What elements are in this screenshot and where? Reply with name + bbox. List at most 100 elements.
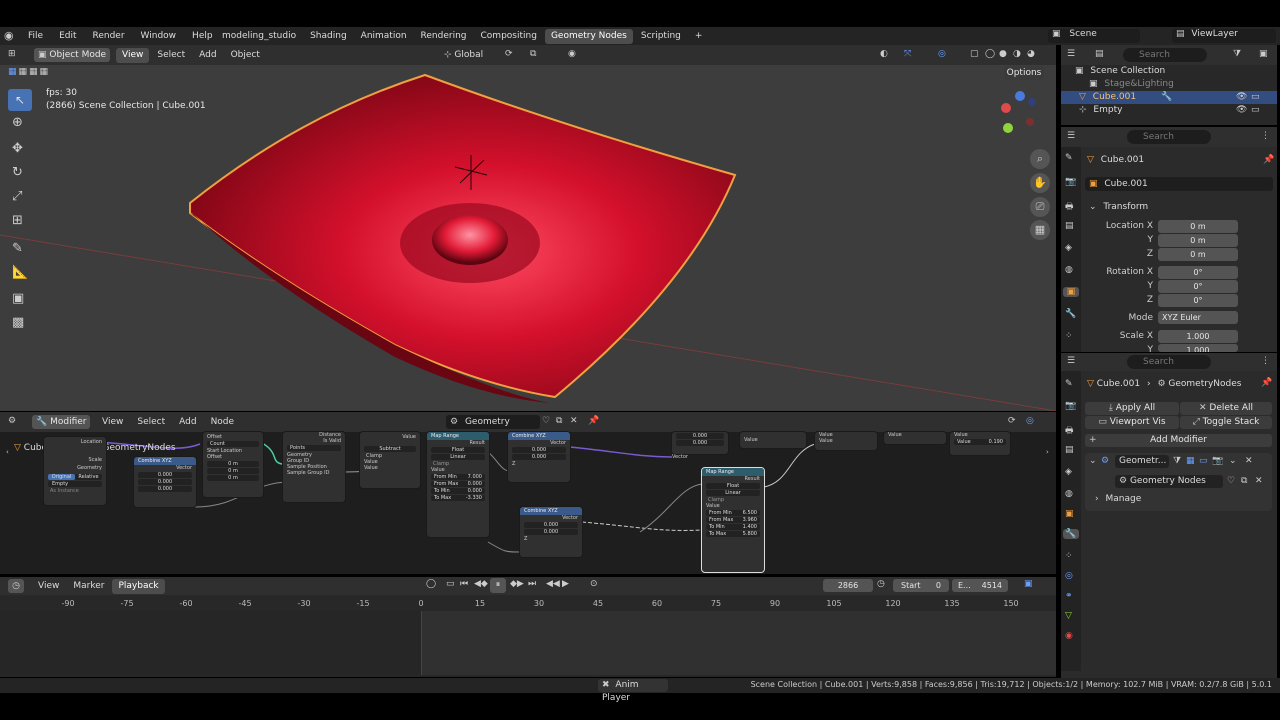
timeline-menu-marker[interactable]: Marker — [67, 579, 110, 594]
measure-tool-icon[interactable]: 📐 — [12, 265, 28, 280]
modifier-search-input[interactable]: Search — [1127, 355, 1211, 369]
scale-y-field[interactable]: 1.000 — [1158, 344, 1238, 352]
pin-icon[interactable]: 📌 — [1261, 378, 1272, 388]
z-field[interactable]: 0.000 — [138, 486, 192, 492]
data-type-dropdown[interactable]: Float — [431, 447, 485, 453]
transform-tool-icon[interactable]: ⊞ — [12, 213, 23, 228]
material-tab-icon[interactable]: ◉ — [1065, 631, 1073, 641]
from-min-field[interactable]: 7.000 — [468, 474, 482, 480]
rotate-tool-icon[interactable]: ↻ — [12, 165, 23, 180]
cursor-tool-icon[interactable]: ⊕ — [12, 115, 23, 130]
render-tab-icon[interactable]: 📷 — [1065, 177, 1076, 187]
y-field[interactable]: 0 m — [207, 468, 259, 474]
select-box-icon[interactable]: ▦ — [8, 67, 17, 77]
collapse-left-icon[interactable]: ‹ — [6, 448, 9, 456]
anim-player-indicator[interactable]: ✖ Anim Player — [598, 679, 668, 703]
scene-selector[interactable]: ▣ Scene — [1048, 29, 1140, 43]
properties-search-input[interactable]: Search — [1127, 130, 1211, 144]
map-range-node-1[interactable]: Map Range Result Float Linear Clamp Valu… — [427, 432, 489, 537]
timeline-track-area[interactable] — [0, 611, 1056, 675]
keying-set-icon[interactable]: ▭ — [446, 579, 455, 589]
outliner-row-cube[interactable]: ▽ Cube.001 🔧 👁 ▭ — [1061, 91, 1277, 104]
points-count-node[interactable]: Offset Count Start Location Offset 0 m 0… — [203, 432, 263, 497]
rendered-shading-icon[interactable]: ◕ — [1027, 49, 1035, 59]
menu-help[interactable]: Help — [186, 29, 219, 44]
menu-edit[interactable]: Edit — [53, 29, 82, 44]
data-type-dropdown[interactable]: Float — [706, 483, 760, 489]
step-forward-icon[interactable]: ▶ — [562, 579, 569, 589]
options-icon[interactable]: ⋮ — [1261, 131, 1270, 141]
overlay-icon[interactable]: ◎ — [938, 49, 946, 59]
modifier-name-field[interactable]: Geometr... — [1115, 455, 1169, 468]
add-workspace-button[interactable]: + — [689, 29, 709, 44]
outliner-row-stage-lighting[interactable]: ▣ Stage&Lighting — [1089, 78, 1174, 91]
render-tab-icon[interactable]: 📷 — [1065, 401, 1076, 411]
physics-tab-icon[interactable]: ◎ — [1065, 571, 1073, 581]
relative-toggle[interactable]: Relative — [75, 474, 102, 480]
fake-user-icon[interactable]: ♡ — [1227, 476, 1235, 486]
count-field[interactable]: Count — [207, 441, 259, 447]
x-field[interactable]: 0.000 — [138, 472, 192, 478]
vector-input-node[interactable]: 0.000 0.000 — [672, 432, 728, 454]
y-field[interactable]: 0.000 — [524, 529, 578, 535]
monitor-icon[interactable]: ▭ — [1251, 91, 1260, 104]
rotation-z-field[interactable]: 0° — [1158, 294, 1238, 307]
next-keyframe-icon[interactable]: ◆▶ — [510, 579, 524, 589]
camera-view-icon[interactable]: ⎚ — [1030, 197, 1050, 217]
math-subtract-node[interactable]: Value Subtract Clamp Value Value — [360, 432, 420, 488]
object-field[interactable]: Empty — [48, 481, 102, 487]
viewport-menu-object[interactable]: Object — [225, 48, 266, 63]
modifier-tab-icon[interactable]: 🔧 — [1065, 309, 1076, 319]
cage-icon[interactable]: ▦ — [1186, 456, 1195, 466]
rotation-mode-dropdown[interactable]: XYZ Euler — [1158, 311, 1238, 324]
view-layer-tab-icon[interactable]: ▤ — [1065, 221, 1074, 231]
blender-logo-icon[interactable]: ◉ — [4, 29, 14, 42]
scale-tool-icon[interactable]: ⤢ — [12, 189, 22, 204]
y-field[interactable]: 0.000 — [138, 479, 192, 485]
snap-icon[interactable]: ⧉ — [530, 49, 536, 59]
rotation-x-field[interactable]: 0° — [1158, 266, 1238, 279]
pause-icon[interactable]: ⏸ — [490, 578, 506, 593]
operation-dropdown[interactable]: Subtract — [364, 446, 416, 452]
proportional-edit-icon[interactable]: ◉ — [568, 49, 576, 59]
combine-xyz-node-1[interactable]: Combine XYZ Vector 0.000 0.000 0.000 — [134, 457, 196, 507]
viewport-menu-view[interactable]: View — [116, 48, 150, 63]
viewport-menu-select[interactable]: Select — [151, 48, 191, 63]
y-field[interactable]: 0.000 — [512, 454, 566, 460]
xray-icon[interactable]: ▢ — [970, 49, 979, 59]
tab-compositing[interactable]: Compositing — [475, 29, 543, 44]
visibility-icon[interactable]: ◐ — [880, 49, 888, 59]
delete-all-button[interactable]: ✕ Delete All — [1180, 402, 1272, 415]
outliner-editor-icon[interactable]: ☰ — [1067, 49, 1075, 59]
apply-all-button[interactable]: ⤓ Apply All — [1085, 402, 1179, 415]
end-frame-field[interactable]: E... 4514 — [952, 579, 1008, 592]
menu-file[interactable]: File — [22, 29, 49, 44]
output-tab-icon[interactable]: 🖶 — [1065, 423, 1074, 439]
world-tab-icon[interactable]: ◍ — [1065, 489, 1073, 499]
options-icon[interactable]: ⋮ — [1261, 356, 1270, 366]
particles-tab-icon[interactable]: ⁘ — [1065, 331, 1073, 341]
value-node-3[interactable]: Value — [884, 432, 946, 444]
menu-window[interactable]: Window — [135, 29, 183, 44]
remove-modifier-icon[interactable]: ✕ — [1245, 456, 1253, 466]
editor-type-icon[interactable]: ⊞ — [8, 49, 16, 59]
rotation-y-field[interactable]: 0° — [1158, 280, 1238, 293]
tool-tab-icon[interactable]: ✎ — [1065, 153, 1073, 163]
value-field[interactable]: 0.190 — [989, 439, 1003, 445]
transform-panel-header[interactable]: ⌄ Transform — [1089, 200, 1148, 214]
dropdown-chevron-icon[interactable]: ⌄ — [1229, 456, 1237, 466]
pivot-icon[interactable]: ⟳ — [505, 49, 513, 59]
view-layer-selector[interactable]: ▤ ViewLayer — [1172, 29, 1276, 43]
interpolation-dropdown[interactable]: Linear — [706, 490, 760, 496]
properties-editor-icon[interactable]: ☰ — [1067, 356, 1075, 366]
value-field[interactable]: 0.000 — [676, 433, 724, 439]
current-frame-field[interactable]: 2866 — [823, 579, 873, 592]
transform-orientation[interactable]: ⊹ Global — [444, 48, 498, 62]
from-min-field[interactable]: 6.500 — [743, 510, 757, 516]
viewport-menu-add[interactable]: Add — [193, 48, 222, 63]
wireframe-shading-icon[interactable]: ◯ — [985, 49, 995, 59]
select-extend-icon[interactable]: ▦ — [19, 67, 28, 77]
collapse-right-icon[interactable]: › — [1046, 448, 1049, 456]
location-y-field[interactable]: 0 m — [1158, 234, 1238, 247]
timeline-panel[interactable]: ◷ View Marker Playback ◯ ▭ ⏮ ◀◆ ⏸ ◆▶ ⏭ ◀… — [0, 577, 1056, 677]
